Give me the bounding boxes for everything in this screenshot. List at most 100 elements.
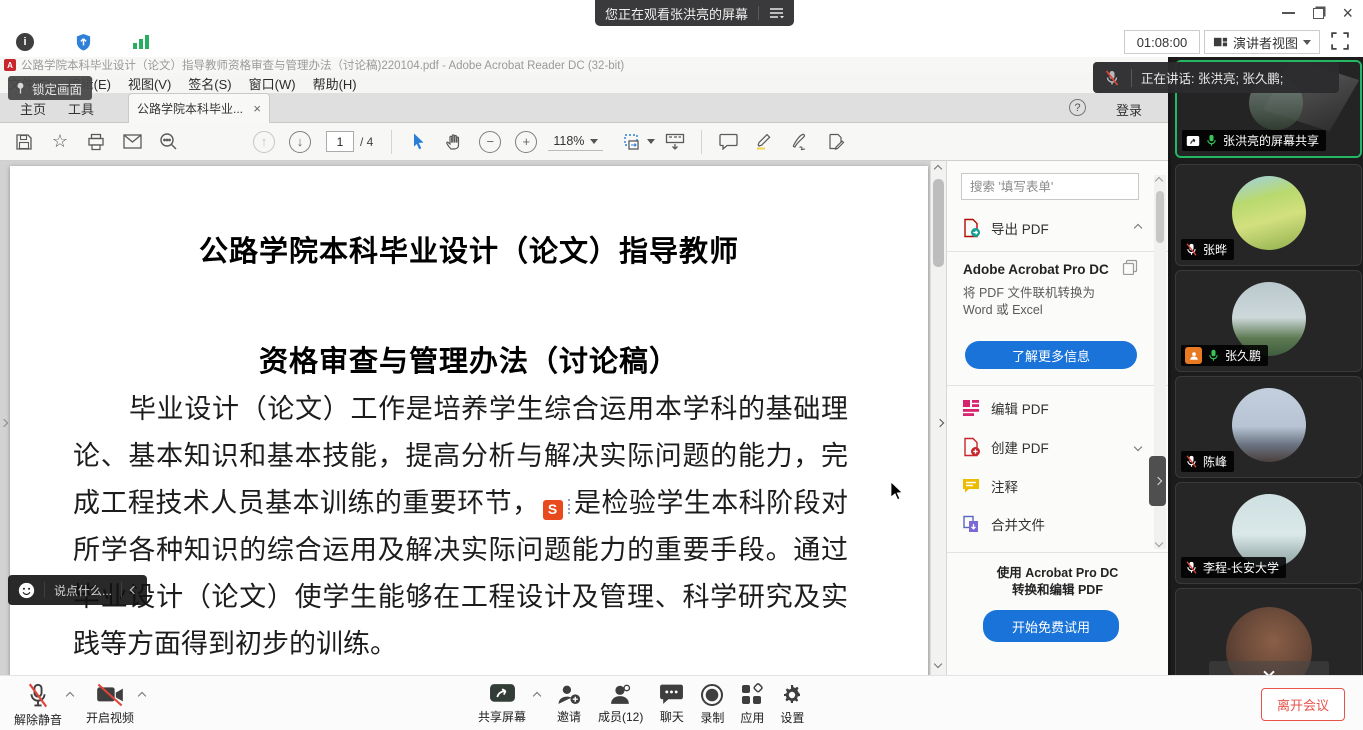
- menu-help[interactable]: 帮助(H): [313, 74, 357, 93]
- banner-menu-icon[interactable]: [769, 7, 784, 19]
- zoom-out-icon[interactable]: −: [472, 127, 508, 157]
- participant-tile[interactable]: 李程-长安大学: [1175, 482, 1362, 584]
- mic-on-icon: [1207, 349, 1220, 362]
- zoom-in-icon[interactable]: +: [508, 127, 544, 157]
- sidebar-item-comment[interactable]: 注释: [961, 476, 1141, 496]
- print-icon[interactable]: [78, 127, 114, 157]
- help-icon[interactable]: ?: [1069, 99, 1086, 116]
- chat-button[interactable]: 聊天: [659, 683, 684, 725]
- menu-window[interactable]: 窗口(W): [249, 74, 296, 93]
- tools-search-input[interactable]: [961, 173, 1139, 200]
- toolbar-divider: [701, 130, 702, 154]
- share-options-icon[interactable]: [533, 692, 541, 700]
- learn-more-button[interactable]: 了解更多信息: [965, 341, 1137, 369]
- participant-tile[interactable]: 张久鹏: [1175, 270, 1362, 372]
- network-signal-icon[interactable]: [130, 31, 152, 53]
- fullscreen-icon[interactable]: [1331, 32, 1351, 52]
- members-icon: [608, 683, 634, 706]
- send-for-signature-icon[interactable]: [818, 127, 854, 157]
- meeting-info-icon[interactable]: i: [14, 31, 36, 53]
- favorite-star-icon[interactable]: ☆: [42, 127, 78, 157]
- free-trial-button[interactable]: 开始免费试用: [983, 610, 1119, 642]
- start-video-button[interactable]: 开启视频: [86, 683, 134, 726]
- pages-copy-icon: [1122, 259, 1138, 280]
- collapse-icon[interactable]: [1134, 224, 1142, 232]
- scrollbar-thumb[interactable]: [933, 179, 944, 267]
- lock-screen-tooltip[interactable]: 锁定画面: [8, 76, 92, 100]
- share-screen-button[interactable]: 共享屏幕: [478, 683, 526, 725]
- export-pdf-label: 导出 PDF: [991, 218, 1049, 238]
- tab-home[interactable]: 主页: [20, 99, 46, 118]
- apps-button[interactable]: 应用: [740, 683, 764, 726]
- participant-tile[interactable]: [1175, 588, 1362, 675]
- divider: [758, 6, 759, 20]
- participant-label: 张久鹏: [1181, 345, 1268, 366]
- collapse-left-icon[interactable]: [130, 586, 138, 594]
- hand-tool-icon[interactable]: [436, 127, 472, 157]
- meeting-toolbar: 解除静音 开启视频 共享屏幕 邀请 成员(12): [0, 675, 1363, 730]
- sidebar-item-combine-files[interactable]: 合并文件: [961, 514, 1141, 534]
- translate-plugin-icon[interactable]: S: [543, 500, 563, 520]
- scrollbar-thumb[interactable]: [1156, 191, 1164, 243]
- chat-icon: [659, 683, 684, 706]
- next-page-icon[interactable]: ↓: [282, 127, 318, 157]
- menu-view[interactable]: 视图(V): [128, 74, 171, 93]
- unmute-button[interactable]: 解除静音: [14, 683, 62, 728]
- tab-close-icon[interactable]: ×: [253, 101, 261, 116]
- chat-input-hint[interactable]: 说点什么...: [54, 582, 112, 599]
- maximize-icon[interactable]: [1313, 8, 1324, 19]
- page-number-input[interactable]: 1: [326, 131, 354, 152]
- tab-document[interactable]: 公路学院本科毕业... ×: [128, 93, 270, 123]
- page-fit-icon[interactable]: [621, 127, 657, 157]
- menu-sign[interactable]: 签名(S): [188, 74, 231, 93]
- record-button[interactable]: 录制: [700, 683, 724, 726]
- search-comments-icon[interactable]: [150, 127, 186, 157]
- right-pane-toggle-icon[interactable]: [937, 413, 943, 431]
- sidebar-item-export-pdf[interactable]: 导出 PDF: [961, 218, 1141, 238]
- chat-quick-bar[interactable]: 说点什么...: [8, 575, 147, 605]
- sidebar-item-edit-pdf[interactable]: 编辑 PDF: [961, 398, 1141, 418]
- panel-collapse-handle[interactable]: [1149, 456, 1166, 506]
- expand-icon[interactable]: [1134, 443, 1142, 451]
- zoom-level-dropdown[interactable]: 118%: [548, 132, 603, 151]
- scroll-down-icon[interactable]: [1155, 539, 1163, 547]
- settings-button[interactable]: 设置: [780, 683, 804, 726]
- scroll-down-icon[interactable]: [934, 660, 942, 668]
- camera-muted-icon: [96, 683, 124, 707]
- watching-banner-text: 您正在观看张洪亮的屏幕: [605, 4, 748, 23]
- login-link[interactable]: 登录: [1116, 100, 1142, 119]
- email-icon[interactable]: [114, 127, 150, 157]
- minimize-icon[interactable]: [1282, 12, 1295, 14]
- invite-button[interactable]: 邀请: [556, 683, 582, 725]
- emoji-icon[interactable]: [18, 582, 35, 599]
- participant-tile[interactable]: 陈峰: [1175, 376, 1362, 478]
- security-shield-icon[interactable]: [72, 31, 94, 53]
- leave-meeting-button[interactable]: 离开会议: [1261, 688, 1345, 721]
- highlighter-tool-icon[interactable]: [746, 127, 782, 157]
- plugin-dots-icon: [566, 499, 570, 514]
- mic-options-icon[interactable]: [66, 692, 74, 700]
- fill-sign-tool-icon[interactable]: [782, 127, 818, 157]
- close-icon[interactable]: ×: [1342, 4, 1353, 22]
- pdf-page: 公路学院本科毕业设计（论文）指导教师 资格审查与管理办法（讨论稿） 毕业设计（论…: [10, 166, 928, 675]
- create-pdf-label: 创建 PDF: [991, 437, 1049, 457]
- divider: [121, 582, 122, 598]
- video-options-icon[interactable]: [138, 692, 146, 700]
- participant-name: 李程-长安大学: [1203, 559, 1279, 576]
- scroll-up-icon[interactable]: [934, 165, 942, 173]
- left-pane-toggle-icon[interactable]: [1, 413, 7, 431]
- promo-description: 将 PDF 文件联机转换为 Word 或 Excel: [963, 285, 1123, 319]
- document-title-line2: 资格审查与管理办法（讨论稿）: [10, 338, 928, 386]
- tab-tools[interactable]: 工具: [68, 99, 94, 118]
- scroll-up-icon[interactable]: [1155, 177, 1163, 185]
- sidebar-item-create-pdf[interactable]: 创建 PDF: [961, 437, 1141, 457]
- comment-tool-icon[interactable]: [710, 127, 746, 157]
- watching-banner[interactable]: 您正在观看张洪亮的屏幕: [595, 0, 794, 26]
- presentation-mode-icon[interactable]: [657, 127, 693, 157]
- select-tool-icon[interactable]: [400, 127, 436, 157]
- members-button[interactable]: 成员(12): [598, 683, 643, 725]
- save-icon[interactable]: [6, 127, 42, 157]
- view-mode-dropdown[interactable]: 演讲者视图: [1204, 30, 1320, 54]
- participant-tile[interactable]: 张晔: [1175, 164, 1362, 266]
- scroll-more-participants[interactable]: [1209, 661, 1329, 675]
